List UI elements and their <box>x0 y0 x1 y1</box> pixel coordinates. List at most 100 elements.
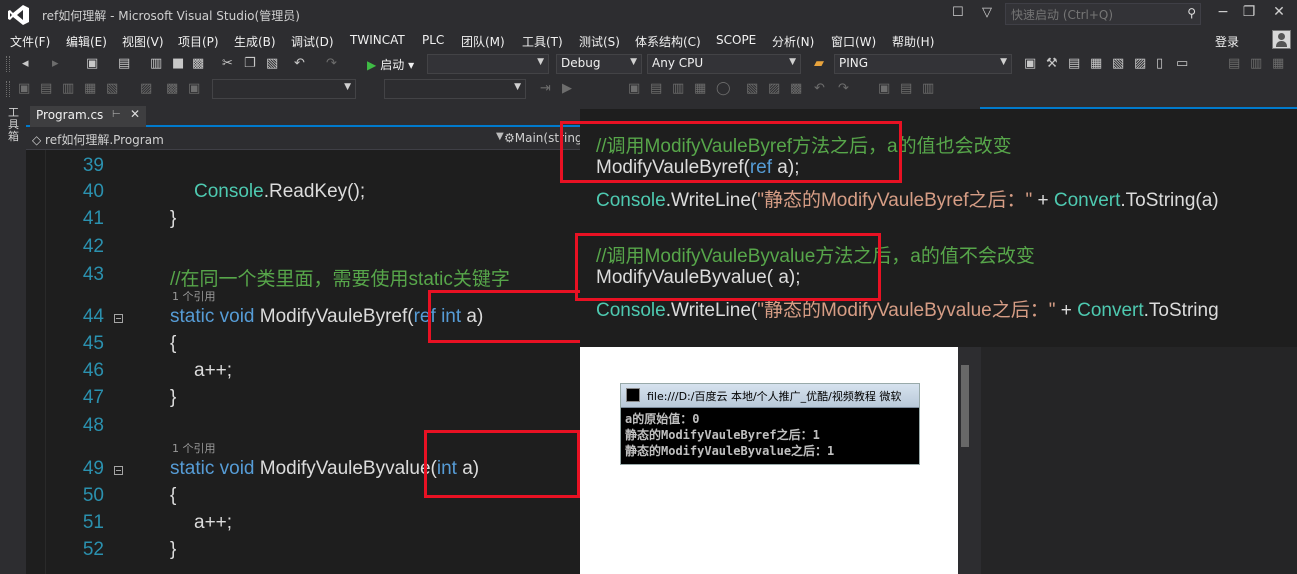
reference-count-hint[interactable]: 1 个引用 <box>172 288 216 304</box>
tool-icon[interactable]: ▥ <box>62 81 74 97</box>
ext-icon[interactable]: ▤ <box>1228 56 1240 72</box>
solution-explorer-icon[interactable]: ▣ <box>1024 56 1036 72</box>
save-icon[interactable]: ■ <box>172 56 184 72</box>
chevron-down-icon[interactable]: ▼ <box>496 131 504 142</box>
solution-platform-combo[interactable]: Any CPU ▼ <box>647 54 801 74</box>
menu-project[interactable]: 项目(P) <box>178 33 219 50</box>
save-all-icon[interactable]: ▩ <box>192 56 204 72</box>
menu-debug[interactable]: 调试(D) <box>291 33 334 50</box>
class-dropdown[interactable]: ◇ ref如何理解.Program <box>32 131 164 148</box>
find-combo[interactable]: PING ▼ <box>834 54 1012 74</box>
tool-icon[interactable]: ▣ <box>628 81 640 97</box>
open-file-icon[interactable]: ▥ <box>150 56 162 72</box>
paste-icon[interactable]: ▧ <box>266 56 278 72</box>
code-editor[interactable]: 39 40 Console.ReadKey(); 41} 42 43 //在同一个类里面，需… <box>26 150 580 574</box>
menu-test[interactable]: 测试(S) <box>579 33 620 50</box>
code-line[interactable]: a++; <box>194 512 232 534</box>
code-line[interactable]: { <box>170 333 176 355</box>
team-explorer-icon[interactable]: ▧ <box>1112 56 1124 72</box>
breakpoint-margin[interactable] <box>26 150 46 574</box>
tool-icon[interactable]: ◯ <box>716 81 731 97</box>
toolbar-grip[interactable] <box>6 81 10 97</box>
redo-icon[interactable]: ↷ <box>326 56 337 72</box>
tool-icon[interactable]: ▶ <box>562 81 572 97</box>
tool-icon[interactable]: ▤ <box>650 81 662 97</box>
menu-plc[interactable]: PLC <box>422 33 444 47</box>
restore-icon[interactable]: ❐ <box>1238 4 1260 20</box>
tool-icon[interactable]: ▤ <box>40 81 52 97</box>
menu-analyze[interactable]: 分析(N) <box>772 33 814 50</box>
collapse-icon[interactable] <box>114 314 123 323</box>
ext3-icon[interactable]: ▦ <box>1272 56 1284 72</box>
quick-launch-input[interactable] <box>1006 5 1166 25</box>
tool-icon[interactable]: ↷ <box>838 81 849 97</box>
tool-icon[interactable]: ▩ <box>166 81 178 97</box>
tool-icon[interactable]: ⇥ <box>540 81 551 97</box>
code-line[interactable]: //在同一个类里面，需要使用static关键字 <box>170 264 510 291</box>
forward-icon[interactable]: ▸ <box>52 56 59 72</box>
filter-icon[interactable]: ▽ <box>982 5 992 20</box>
tool-icon[interactable]: ▦ <box>84 81 96 97</box>
object-browser-icon[interactable]: ▤ <box>1068 56 1080 72</box>
find-icon[interactable]: ▰ <box>814 56 824 72</box>
code-line[interactable]: } <box>170 539 176 561</box>
tool-icon[interactable]: ▩ <box>790 81 802 97</box>
tool-icon[interactable]: ▣ <box>188 81 200 97</box>
menu-help[interactable]: 帮助(H) <box>892 33 934 50</box>
reference-count-hint[interactable]: 1 个引用 <box>172 440 216 456</box>
menu-architecture[interactable]: 体系结构(C) <box>635 33 701 50</box>
toolbar-grip[interactable] <box>6 56 10 72</box>
tool-icon[interactable]: ▣ <box>18 81 30 97</box>
avatar[interactable] <box>1272 30 1291 49</box>
tool-icon[interactable]: ▨ <box>768 81 780 97</box>
tool-icon[interactable]: ▥ <box>672 81 684 97</box>
tool-icon[interactable]: ▨ <box>140 81 152 97</box>
code-line[interactable]: { <box>170 485 176 507</box>
tool-icon[interactable]: ↶ <box>814 81 825 97</box>
properties-icon[interactable]: ⚒ <box>1046 56 1058 72</box>
menu-view[interactable]: 视图(V) <box>122 33 164 50</box>
close-icon[interactable]: ✕ <box>130 107 140 121</box>
quick-launch[interactable]: ⚲ <box>1005 3 1201 25</box>
collapse-icon[interactable] <box>114 466 123 475</box>
minimize-icon[interactable]: − <box>1212 4 1234 20</box>
document-icon[interactable]: ▯ <box>1156 56 1163 72</box>
login-link[interactable]: 登录 <box>1215 33 1239 50</box>
output-icon[interactable]: ▨ <box>1134 56 1146 72</box>
copy-icon[interactable]: ❐ <box>244 56 256 72</box>
menu-scope[interactable]: SCOPE <box>716 33 756 47</box>
code-line[interactable]: a++; <box>194 360 232 382</box>
tool-icon[interactable]: ▥ <box>922 81 934 97</box>
tab-program-cs[interactable]: Program.cs ⊢ ✕ <box>30 106 146 127</box>
tool-icon[interactable]: ▣ <box>878 81 890 97</box>
code-line[interactable]: Console.ReadKey(); <box>194 181 365 203</box>
new-project-icon[interactable]: ▣ <box>86 56 98 72</box>
code-line[interactable]: } <box>170 208 176 230</box>
undo-icon[interactable]: ↶ <box>294 56 305 72</box>
toolbox-tab[interactable]: 工具箱 <box>8 107 20 143</box>
toolbox-icon[interactable]: ▦ <box>1090 56 1102 72</box>
menu-build[interactable]: 生成(B) <box>234 33 276 50</box>
pin-icon[interactable]: ⊢ <box>112 109 121 120</box>
tool-icon[interactable]: ▧ <box>746 81 758 97</box>
plc-target-combo[interactable]: ▼ <box>384 79 526 99</box>
tool-icon[interactable]: ▦ <box>694 81 706 97</box>
layout-icon[interactable]: ▭ <box>1176 56 1188 72</box>
code-line[interactable]: } <box>170 387 176 409</box>
menu-file[interactable]: 文件(F) <box>10 33 50 50</box>
plc-combo[interactable]: ▼ <box>212 79 356 99</box>
debug-target-combo[interactable]: ▼ <box>427 54 549 74</box>
solution-config-combo[interactable]: Debug ▼ <box>556 54 642 74</box>
ext2-icon[interactable]: ▥ <box>1250 56 1262 72</box>
menu-team[interactable]: 团队(M) <box>461 33 505 50</box>
start-debug-button[interactable]: ▶ 启动 ▾ <box>367 56 414 73</box>
menu-edit[interactable]: 编辑(E) <box>66 33 107 50</box>
search-icon[interactable]: ⚲ <box>1187 6 1196 20</box>
menu-window[interactable]: 窗口(W) <box>831 33 876 50</box>
add-item-icon[interactable]: ▤ <box>118 56 130 72</box>
back-icon[interactable]: ◂ <box>22 56 29 72</box>
feedback-icon[interactable]: ☐ <box>952 5 964 20</box>
tool-icon[interactable]: ▧ <box>106 81 118 97</box>
menu-tools[interactable]: 工具(T) <box>522 33 563 50</box>
close-icon[interactable]: ✕ <box>1268 4 1290 20</box>
